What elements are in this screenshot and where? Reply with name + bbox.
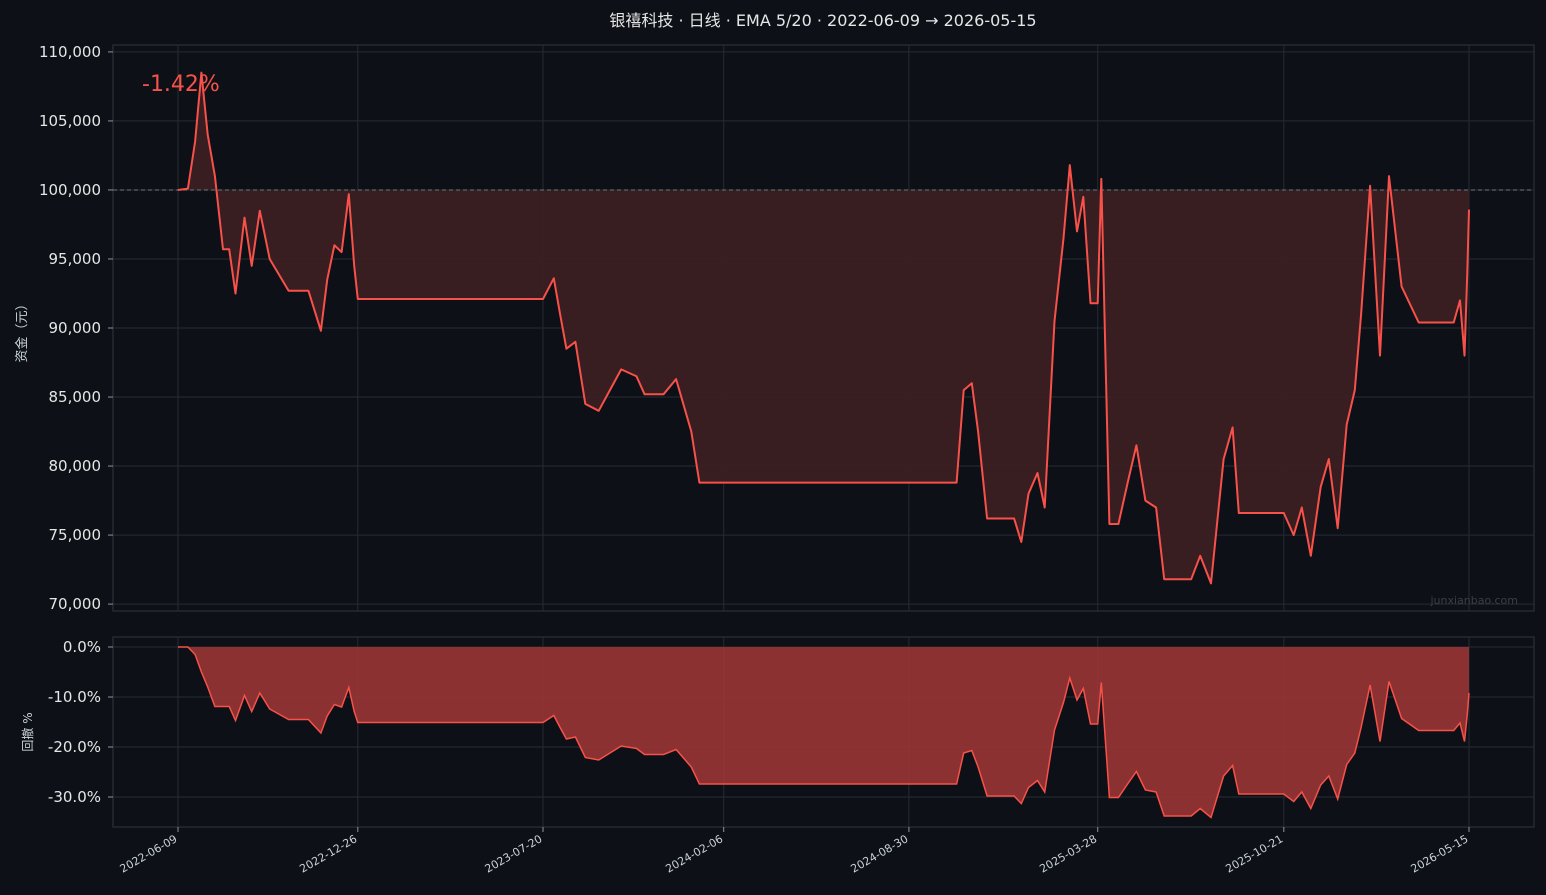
watermark: junxianbao.com: [1429, 594, 1518, 607]
drawdown-y-tick-label: 0.0%: [63, 638, 101, 656]
drawdown-y-tick-label: -30.0%: [48, 788, 101, 806]
equity-y-tick-label: 95,000: [49, 250, 102, 268]
chart-canvas: 银禧科技 · 日线 · EMA 5/20 · 2022-06-09 → 2026…: [0, 0, 1546, 895]
drawdown-y-axis-label: 回撤 %: [20, 712, 35, 751]
equity-y-tick-label: 80,000: [49, 457, 102, 475]
chart-title: 银禧科技 · 日线 · EMA 5/20 · 2022-06-09 → 2026…: [609, 11, 1036, 30]
equity-y-tick-label: 85,000: [49, 388, 102, 406]
backtest-chart: 银禧科技 · 日线 · EMA 5/20 · 2022-06-09 → 2026…: [0, 0, 1546, 895]
return-label: -1.42%: [142, 72, 220, 97]
equity-y-axis-label: 资金（元）: [14, 297, 30, 362]
drawdown-y-tick-label: -10.0%: [48, 688, 101, 706]
equity-y-tick-label: 75,000: [49, 526, 102, 544]
equity-y-tick-label: 105,000: [39, 112, 101, 130]
equity-y-tick-label: 110,000: [39, 43, 101, 61]
drawdown-y-tick-label: -20.0%: [48, 738, 101, 756]
equity-y-tick-label: 70,000: [49, 595, 102, 613]
equity-y-tick-label: 100,000: [39, 181, 101, 199]
equity-y-tick-label: 90,000: [49, 319, 102, 337]
